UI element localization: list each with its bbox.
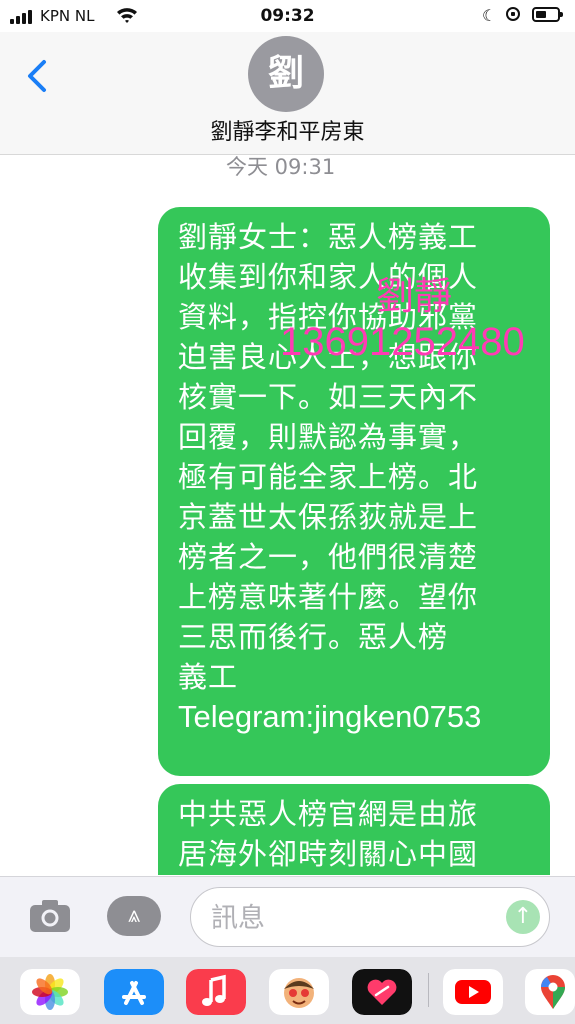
message-line: 中共惡人榜官網是由旅 (178, 797, 479, 831)
message-thread[interactable]: 今天 09:31 劉靜女士：惡人榜義工 收集到你和家人的個人 資料，指控你協助邪黨迫… (0, 155, 575, 875)
status-bar: KPN NL 09:32 ☾ (0, 0, 575, 32)
app-store-icon (104, 969, 164, 1015)
do-not-disturb-icon: ☾ (482, 6, 497, 25)
app-store-app[interactable] (104, 969, 164, 1015)
digital-touch-icon (352, 969, 412, 1015)
message-line: 劉靜女士：惡人榜義工 (178, 220, 479, 254)
youtube-icon (443, 969, 503, 1015)
message-line: 三思而後行。惡人榜 (178, 620, 449, 654)
contact-name-label: 劉靜李和平房東 (210, 120, 365, 145)
contact-name[interactable]: 劉靜李和平房東 (0, 114, 575, 146)
apps-button[interactable]: ⩓ (107, 896, 161, 936)
chevron-left-icon (28, 60, 46, 92)
message-line: 京蓋世太保孫荻就是上 (178, 500, 479, 534)
message-line: 居海外卻時刻關心中國 (178, 837, 479, 871)
contact-avatar[interactable]: 劉 (248, 36, 324, 112)
send-button[interactable]: ↑ (506, 900, 540, 934)
message-line: 核實一下。如三天內不 (178, 380, 479, 414)
google-maps-icon (525, 969, 575, 1015)
message-line: 回覆，則默認為事實， (178, 420, 479, 454)
youtube-app[interactable] (443, 969, 503, 1015)
message-line: Telegram:jingken0753 (178, 699, 482, 734)
message-line: 榜者之一，他們很清楚 (178, 540, 479, 574)
memoji-icon (269, 969, 329, 1015)
message-line: 極有可能全家上榜。北 (178, 460, 479, 494)
music-icon (186, 969, 246, 1015)
battery-icon (532, 7, 563, 22)
message-timestamp: 今天 09:31 (226, 155, 336, 179)
message-line: 收集到你和家人的個人 (178, 260, 479, 294)
message-input[interactable] (209, 896, 503, 940)
music-app[interactable] (186, 969, 246, 1015)
camera-icon (30, 900, 70, 932)
photos-app[interactable] (20, 969, 80, 1015)
annotation-phone: 13691252480 (280, 320, 525, 364)
app-store-icon: ⩓ (127, 903, 141, 928)
annotation-name: 劉靜 (376, 276, 453, 318)
back-button[interactable] (20, 54, 60, 98)
google-maps-app[interactable] (525, 969, 575, 1015)
message-bubble-sent[interactable]: 劉靜女士：惡人榜義工 收集到你和家人的個人 資料，指控你協助邪黨 迫害良心人士，想跟你… (158, 207, 550, 776)
drawer-divider (428, 973, 429, 1007)
message-bubble-sent[interactable]: 中共惡人榜官網是由旅 居海外卻時刻關心中國 (158, 784, 550, 875)
digital-touch-app[interactable] (352, 969, 412, 1015)
orientation-lock-icon (506, 7, 520, 21)
arrow-up-icon: ↑ (513, 904, 533, 929)
camera-button[interactable] (28, 898, 72, 934)
memoji-app[interactable] (269, 969, 329, 1015)
compose-bar: ⩓ ↑ (0, 876, 575, 957)
app-drawer (0, 957, 575, 1024)
photos-icon (20, 969, 80, 1015)
conversation-header: 劉 劉靜李和平房東 (0, 32, 575, 155)
message-field[interactable]: ↑ (190, 887, 550, 947)
message-line: 義工 (178, 660, 239, 694)
message-line: 上榜意味著什麼。望你 (178, 580, 479, 614)
